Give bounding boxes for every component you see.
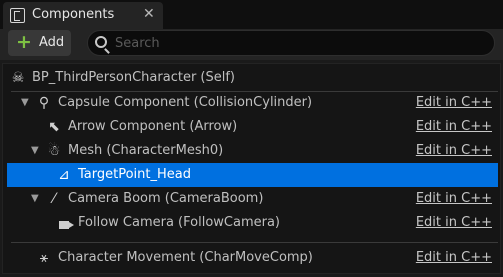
edit-in-cpp-link[interactable]: Edit in C++ bbox=[416, 215, 492, 230]
tree-row-arrow[interactable]: ⬉ Arrow Component (Arrow) Edit in C++ bbox=[7, 115, 498, 139]
add-button[interactable]: + Add bbox=[8, 30, 71, 56]
tree-row-label: BP_ThirdPersonCharacter (Self) bbox=[32, 70, 235, 85]
tree-row-root[interactable]: ☠ BP_ThirdPersonCharacter (Self) bbox=[7, 66, 498, 90]
target-point-icon: ⊿ bbox=[58, 167, 70, 183]
add-button-label: Add bbox=[39, 35, 65, 50]
tree-row-camera-boom[interactable]: ▼ ⁄ Camera Boom (CameraBoom) Edit in C++ bbox=[7, 187, 498, 211]
tree-row-capsule[interactable]: ▼ ⚲ Capsule Component (CollisionCylinder… bbox=[7, 91, 498, 115]
tree-row-label: Arrow Component (Arrow) bbox=[68, 119, 238, 134]
plus-icon: + bbox=[16, 31, 32, 53]
tree-row-label: Character Movement (CharMoveComp) bbox=[58, 250, 313, 265]
title-bar: Components ✕ bbox=[0, 0, 503, 29]
tree-row-label: Camera Boom (CameraBoom) bbox=[68, 191, 264, 206]
tree-row-label: Mesh (CharacterMesh0) bbox=[68, 143, 224, 158]
tree-row-follow-camera[interactable]: Follow Camera (FollowCamera) Edit in C++ bbox=[7, 211, 498, 235]
chevron-down-icon[interactable]: ▼ bbox=[21, 97, 29, 108]
tab-title: Components bbox=[32, 7, 115, 22]
actor-icon: ☠ bbox=[11, 70, 25, 86]
chevron-down-icon[interactable]: ▼ bbox=[31, 193, 39, 204]
divider bbox=[11, 242, 498, 243]
search-input[interactable] bbox=[115, 34, 475, 52]
tree-row-label: TargetPoint_Head bbox=[78, 167, 191, 182]
component-tree: ☠ BP_ThirdPersonCharacter (Self) ▼ ⚲ Cap… bbox=[2, 63, 501, 274]
tree-row-character-movement[interactable]: ⚹ Character Movement (CharMoveComp) Edit… bbox=[7, 246, 498, 270]
arrow-icon: ⬉ bbox=[48, 119, 60, 135]
tree-row-label: Follow Camera (FollowCamera) bbox=[78, 215, 280, 230]
search-box[interactable] bbox=[87, 30, 495, 56]
tree-row-label: Capsule Component (CollisionCylinder) bbox=[58, 95, 313, 110]
spring-arm-icon: ⁄ bbox=[52, 191, 56, 207]
edit-in-cpp-link[interactable]: Edit in C++ bbox=[416, 191, 492, 206]
camera-icon bbox=[55, 214, 74, 232]
chevron-down-icon[interactable]: ▼ bbox=[31, 145, 39, 156]
tree-row-mesh[interactable]: ▼ ☃ Mesh (CharacterMesh0) Edit in C++ bbox=[7, 139, 498, 163]
close-icon[interactable]: ✕ bbox=[143, 6, 155, 22]
edit-in-cpp-link[interactable]: Edit in C++ bbox=[416, 250, 492, 265]
unreal-logo-icon bbox=[10, 8, 25, 23]
character-movement-icon: ⚹ bbox=[39, 250, 49, 266]
edit-in-cpp-link[interactable]: Edit in C++ bbox=[416, 143, 492, 158]
tree-row-target-point-head[interactable]: ⊿ TargetPoint_Head bbox=[7, 163, 498, 187]
toolbar: + Add bbox=[0, 29, 503, 60]
components-panel: ☠ BP_ThirdPersonCharacter (Self) ▼ ⚲ Cap… bbox=[0, 60, 503, 277]
capsule-icon: ⚲ bbox=[38, 95, 50, 111]
skeletal-mesh-icon: ☃ bbox=[47, 143, 61, 159]
edit-in-cpp-link[interactable]: Edit in C++ bbox=[416, 119, 492, 134]
components-tab[interactable]: Components ✕ bbox=[3, 2, 163, 29]
edit-in-cpp-link[interactable]: Edit in C++ bbox=[416, 95, 492, 110]
search-icon bbox=[95, 36, 107, 48]
